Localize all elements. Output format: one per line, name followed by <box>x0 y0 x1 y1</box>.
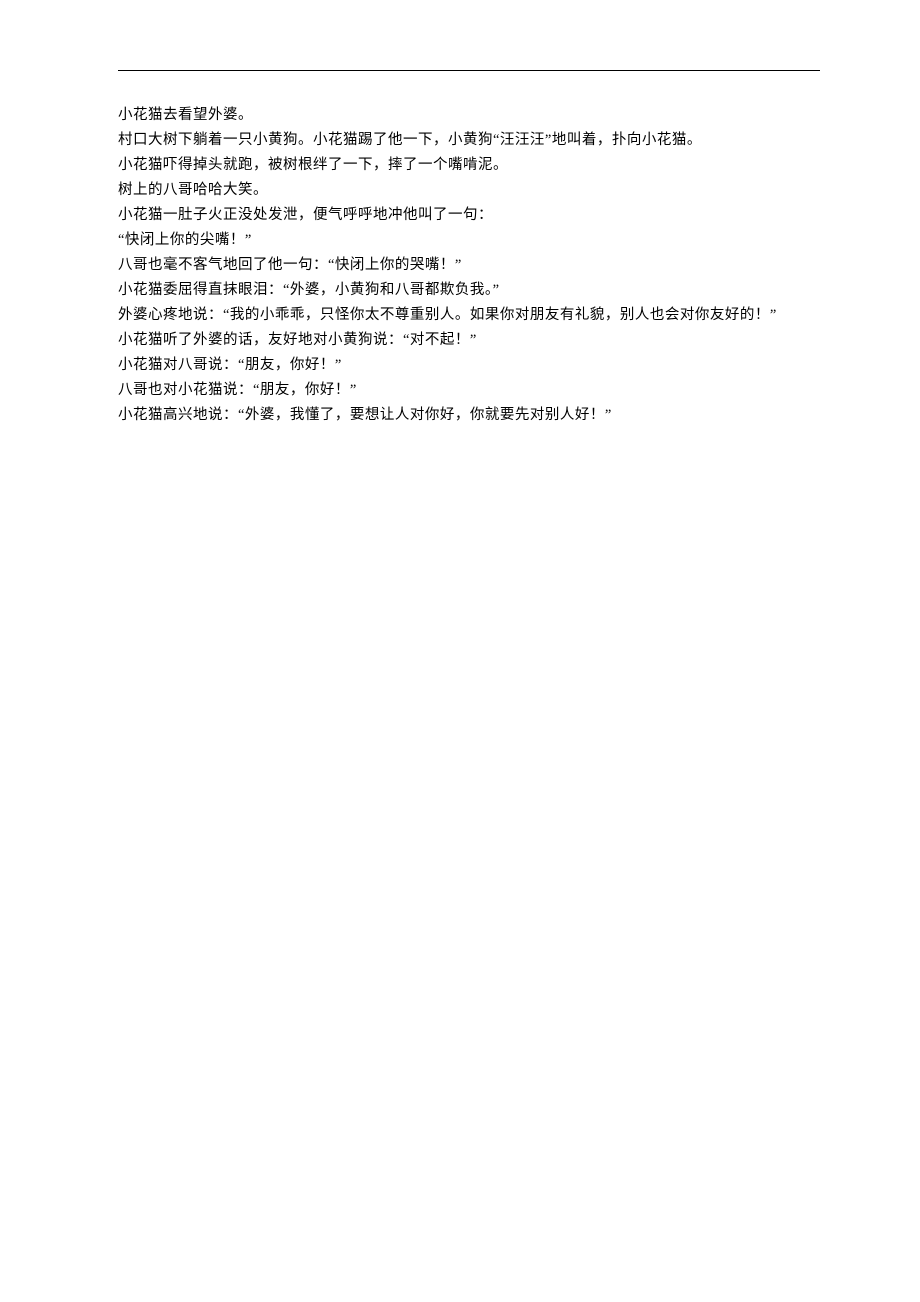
paragraph: 小花猫委屈得直抹眼泪：“外婆，小黄狗和八哥都欺负我。” <box>118 278 820 303</box>
paragraph: 八哥也对小花猫说：“朋友，你好！” <box>118 378 820 403</box>
paragraph: 八哥也毫不客气地回了他一句：“快闭上你的哭嘴！” <box>118 253 820 278</box>
paragraph: 小花猫一肚子火正没处发泄，便气呼呼地冲他叫了一句： <box>118 203 820 228</box>
paragraph: 小花猫去看望外婆。 <box>118 103 820 128</box>
paragraph: 小花猫对八哥说：“朋友，你好！” <box>118 353 820 378</box>
header-rule <box>118 70 820 71</box>
page-content: 小花猫去看望外婆。 村口大树下躺着一只小黄狗。小花猫踢了他一下，小黄狗“汪汪汪”… <box>0 0 920 428</box>
paragraph: “快闭上你的尖嘴！” <box>118 228 820 253</box>
paragraph: 外婆心疼地说：“我的小乖乖，只怪你太不尊重别人。如果你对朋友有礼貌，别人也会对你… <box>118 303 820 328</box>
paragraph: 小花猫吓得掉头就跑，被树根绊了一下，摔了一个嘴啃泥。 <box>118 153 820 178</box>
paragraph: 村口大树下躺着一只小黄狗。小花猫踢了他一下，小黄狗“汪汪汪”地叫着，扑向小花猫。 <box>118 128 820 153</box>
paragraph: 树上的八哥哈哈大笑。 <box>118 178 820 203</box>
paragraph: 小花猫高兴地说：“外婆，我懂了，要想让人对你好，你就要先对别人好！” <box>118 403 820 428</box>
paragraph: 小花猫听了外婆的话，友好地对小黄狗说：“对不起！” <box>118 328 820 353</box>
